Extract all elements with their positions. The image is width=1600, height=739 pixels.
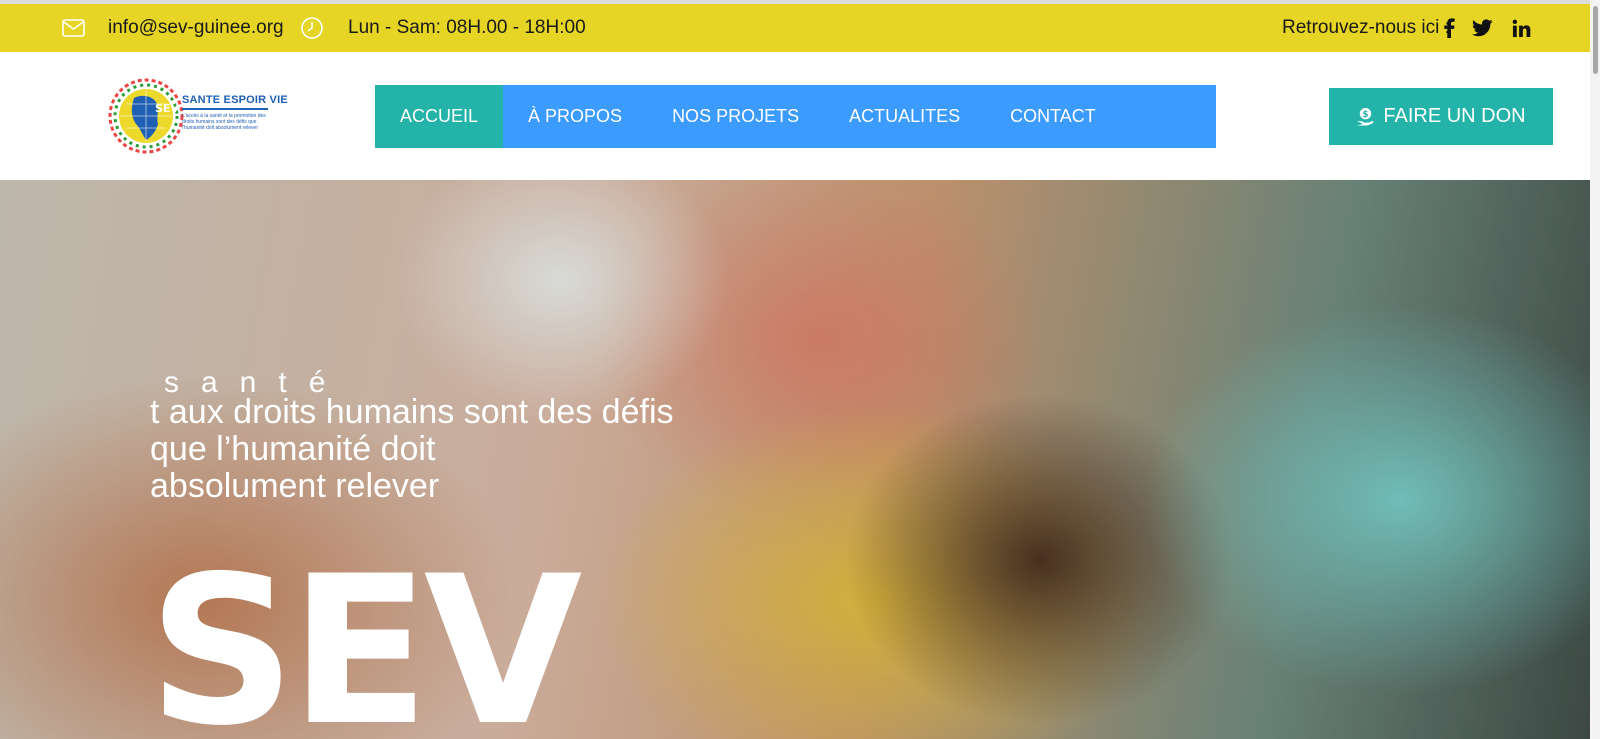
page-scrollbar[interactable] xyxy=(1590,0,1600,739)
nav-item-contact[interactable]: CONTACT xyxy=(985,85,1121,148)
opening-hours: Lun - Sam: 08H.00 - 18H:00 xyxy=(300,4,586,52)
hours-text: Lun - Sam: 08H.00 - 18H:00 xyxy=(348,17,586,38)
hero-title: SEV xyxy=(148,533,582,739)
svg-text:$: $ xyxy=(1363,110,1369,120)
linkedin-icon[interactable] xyxy=(1512,19,1531,38)
main-navigation: ACCUEIL À PROPOS NOS PROJETS ACTUALITES … xyxy=(375,85,1216,148)
scrollbar-thumb[interactable] xyxy=(1593,6,1598,74)
donate-button[interactable]: $ FAIRE UN DON xyxy=(1329,88,1553,145)
logo-title: SANTE ESPOIR VIE xyxy=(182,94,288,106)
donate-button-label: FAIRE UN DON xyxy=(1383,105,1526,127)
globe-text: SEV xyxy=(155,102,179,115)
logo-divider xyxy=(182,108,268,110)
clock-icon xyxy=(300,16,324,40)
social-links xyxy=(1443,4,1531,52)
donation-icon: $ xyxy=(1356,107,1375,126)
envelope-icon xyxy=(62,19,85,37)
hero-tagline-line-3: que l’humanité doit xyxy=(150,430,436,468)
nav-item-accueil[interactable]: ACCUEIL xyxy=(375,85,504,148)
email-text: info@sev-guinee.org xyxy=(108,17,284,38)
hero-tagline-line-2: t aux droits humains sont des défis xyxy=(150,393,674,431)
twitter-icon[interactable] xyxy=(1472,19,1493,37)
social-label: Retrouvez-nous ici : xyxy=(1282,17,1450,38)
hero-banner: santé t aux droits humains sont des défi… xyxy=(0,180,1600,739)
facebook-icon[interactable] xyxy=(1443,18,1455,38)
top-info-bar: info@sev-guinee.org Lun - Sam: 08H.00 - … xyxy=(0,4,1600,52)
nav-item-nos-projets[interactable]: NOS PROJETS xyxy=(647,85,824,148)
nav-item-actualites[interactable]: ACTUALITES xyxy=(824,85,985,148)
site-header: SEV SANTE ESPOIR VIE L'accès à la santé … xyxy=(0,52,1600,180)
hero-tagline-line-4: absolument relever xyxy=(150,467,440,505)
sev-logo[interactable]: SEV SANTE ESPOIR VIE L'accès à la santé … xyxy=(106,70,288,162)
logo-subtitle: L'accès à la santé et la promotion des d… xyxy=(182,113,266,131)
nav-item-a-propos[interactable]: À PROPOS xyxy=(503,85,647,148)
logo-text-block: SANTE ESPOIR VIE L'accès à la santé et l… xyxy=(182,94,288,131)
email-contact[interactable]: info@sev-guinee.org xyxy=(62,4,284,52)
globe-logo-graphic: SEV xyxy=(108,78,184,154)
